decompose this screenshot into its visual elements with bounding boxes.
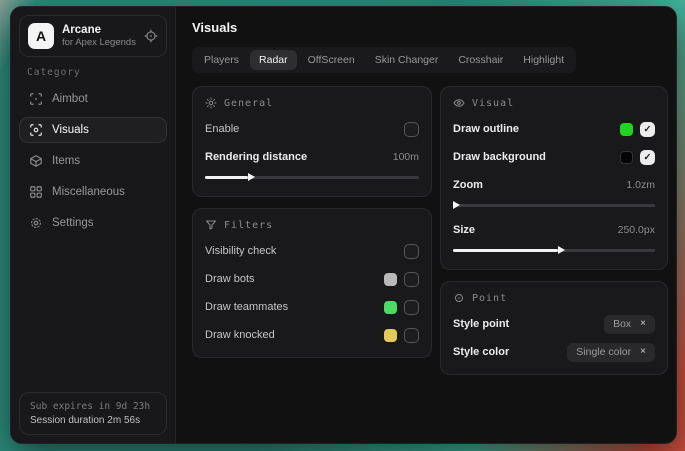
- draw-teammates-row: Draw teammates: [205, 297, 419, 317]
- draw-outline-row: Draw outline: [453, 119, 655, 139]
- general-panel: General Enable Rendering distance 100m: [192, 86, 432, 197]
- draw-background-color-swatch[interactable]: [620, 151, 633, 164]
- visual-panel: Visual Draw outline Draw background: [440, 86, 668, 270]
- visual-panel-header: Visual: [453, 97, 655, 109]
- sidebar-item-label: Aimbot: [52, 93, 88, 105]
- app-logo-letter: A: [36, 28, 46, 44]
- main-content: Visuals Players Radar OffScreen Skin Cha…: [176, 7, 677, 443]
- tab-offscreen[interactable]: OffScreen: [299, 50, 364, 70]
- sidebar-item-items[interactable]: Items: [19, 148, 167, 174]
- draw-background-checkbox[interactable]: [640, 150, 655, 165]
- style-point-select[interactable]: Box ×: [604, 315, 655, 334]
- tab-crosshair[interactable]: Crosshair: [449, 50, 512, 70]
- sidebar: A Arcane for Apex Legends Category: [11, 7, 176, 443]
- style-point-row: Style point Box ×: [453, 314, 655, 334]
- draw-outline-color-swatch[interactable]: [620, 123, 633, 136]
- size-slider[interactable]: [453, 246, 655, 255]
- zoom-slider[interactable]: [453, 201, 655, 210]
- sidebar-item-label: Miscellaneous: [52, 186, 125, 198]
- sidebar-item-visuals[interactable]: Visuals: [19, 117, 167, 143]
- draw-teammates-checkbox[interactable]: [404, 300, 419, 315]
- style-point-value: Box: [613, 318, 631, 330]
- clear-icon[interactable]: ×: [640, 319, 646, 329]
- size-value: 250.0px: [618, 224, 655, 236]
- filters-panel-header: Filters: [205, 219, 419, 231]
- sidebar-item-settings[interactable]: Settings: [19, 210, 167, 236]
- sidebar-item-label: Settings: [52, 217, 94, 229]
- draw-knocked-checkbox[interactable]: [404, 328, 419, 343]
- filters-panel: Filters Visibility check Draw bots: [192, 208, 432, 358]
- app-subtitle: for Apex Legends: [62, 37, 136, 49]
- visuals-icon: [29, 123, 43, 137]
- rendering-distance-label: Rendering distance: [205, 151, 307, 163]
- zoom-value: 1.0zm: [626, 179, 655, 191]
- visibility-check-row: Visibility check: [205, 241, 419, 261]
- slider-thumb[interactable]: [205, 176, 248, 179]
- enable-row: Enable: [205, 119, 419, 139]
- visuals-tab-bar: Players Radar OffScreen Skin Changer Cro…: [192, 47, 576, 73]
- panel-title: Point: [472, 293, 507, 304]
- app-logo: A: [28, 23, 54, 49]
- sidebar-item-aimbot[interactable]: Aimbot: [19, 86, 167, 112]
- draw-teammates-color-swatch[interactable]: [384, 301, 397, 314]
- sidebar-item-label: Items: [52, 155, 80, 167]
- style-color-value: Single color: [576, 346, 631, 358]
- subscription-info-card: Sub expires in 9d 23h Session duration 2…: [19, 392, 167, 435]
- rendering-distance-row: Rendering distance 100m: [205, 147, 419, 182]
- point-panel: Point Style point Box × Style color Sing…: [440, 281, 668, 375]
- slider-thumb[interactable]: [453, 249, 558, 252]
- rendering-distance-value: 100m: [393, 151, 419, 163]
- size-label: Size: [453, 224, 475, 236]
- tab-highlight[interactable]: Highlight: [514, 50, 573, 70]
- eye-icon: [453, 97, 465, 109]
- sun-icon: [205, 97, 217, 109]
- panel-title: Filters: [224, 220, 273, 231]
- target-icon[interactable]: [144, 29, 158, 43]
- point-icon: [453, 292, 465, 304]
- settings-gear-icon: [29, 216, 43, 230]
- enable-label: Enable: [205, 123, 239, 135]
- sidebar-nav: Aimbot Visuals Items: [11, 86, 175, 236]
- tab-skin-changer[interactable]: Skin Changer: [366, 50, 448, 70]
- style-color-row: Style color Single color ×: [453, 342, 655, 362]
- funnel-icon: [205, 219, 217, 231]
- panel-title: Visual: [472, 98, 514, 109]
- arcane-window: A Arcane for Apex Legends Category: [10, 6, 677, 444]
- page-title: Visuals: [192, 20, 668, 35]
- tab-radar[interactable]: Radar: [250, 50, 297, 70]
- category-label: Category: [27, 67, 175, 78]
- app-meta: Arcane for Apex Legends: [62, 23, 136, 49]
- aimbot-icon: [29, 92, 43, 106]
- general-panel-header: General: [205, 97, 419, 109]
- sidebar-item-label: Visuals: [52, 124, 89, 136]
- style-color-select[interactable]: Single color ×: [567, 343, 655, 362]
- miscellaneous-icon: [29, 185, 43, 199]
- size-row: Size 250.0px: [453, 220, 655, 255]
- zoom-row: Zoom 1.0zm: [453, 175, 655, 210]
- point-panel-header: Point: [453, 292, 655, 304]
- panel-title: General: [224, 98, 273, 109]
- app-header-card: A Arcane for Apex Legends: [19, 15, 167, 57]
- draw-background-row: Draw background: [453, 147, 655, 167]
- rendering-distance-slider[interactable]: [205, 173, 419, 182]
- draw-bots-color-swatch[interactable]: [384, 273, 397, 286]
- draw-bots-checkbox[interactable]: [404, 272, 419, 287]
- visibility-check-checkbox[interactable]: [404, 244, 419, 259]
- clear-icon[interactable]: ×: [640, 347, 646, 357]
- sidebar-item-miscellaneous[interactable]: Miscellaneous: [19, 179, 167, 205]
- draw-outline-checkbox[interactable]: [640, 122, 655, 137]
- draw-knocked-color-swatch[interactable]: [384, 329, 397, 342]
- draw-knocked-row: Draw knocked: [205, 325, 419, 345]
- zoom-label: Zoom: [453, 179, 483, 191]
- draw-bots-row: Draw bots: [205, 269, 419, 289]
- session-duration-text: Session duration 2m 56s: [30, 415, 156, 426]
- app-name: Arcane: [62, 23, 136, 37]
- items-icon: [29, 154, 43, 168]
- enable-checkbox[interactable]: [404, 122, 419, 137]
- tab-players[interactable]: Players: [195, 50, 248, 70]
- sub-expires-text: Sub expires in 9d 23h: [30, 401, 156, 412]
